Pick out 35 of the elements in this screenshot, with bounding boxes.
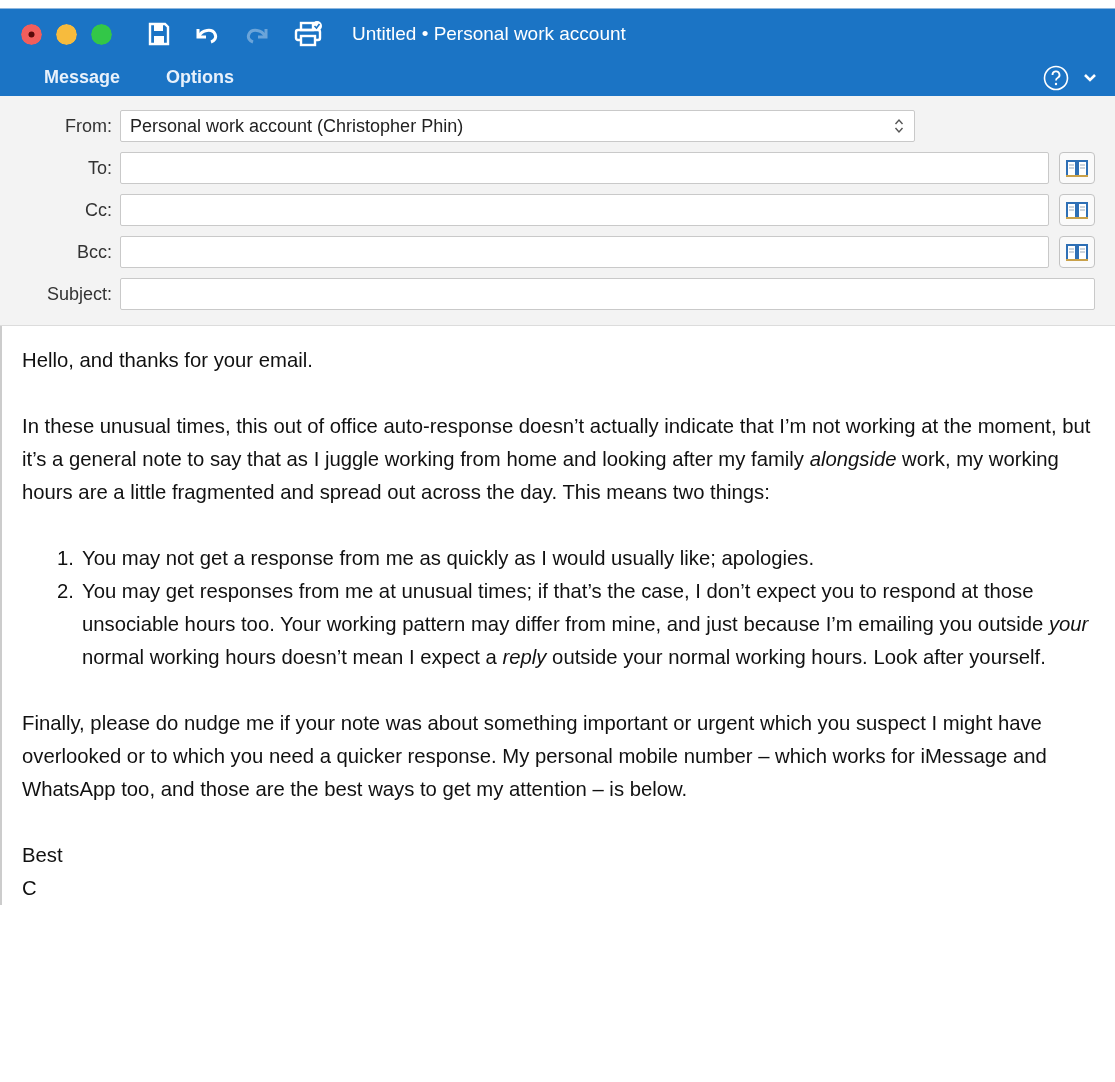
from-dropdown[interactable]: Personal work account (Christopher Phin)	[120, 110, 915, 142]
signoff-line: C	[22, 876, 38, 901]
open-book-icon	[1065, 242, 1089, 262]
close-icon[interactable]	[21, 23, 42, 45]
window-title: Untitled • Personal work account	[352, 23, 626, 45]
subject-field[interactable]	[120, 278, 1095, 310]
address-book-button[interactable]	[1059, 236, 1095, 268]
save-icon[interactable]	[148, 22, 170, 46]
list-number: 1.	[56, 546, 75, 571]
body-paragraph: In these unusual times, this out of office auto-response doesn’t actually indicate that I’m not working at the moment, but it’s a general note to say that as I juggle working from home and looking after my family alongside work, my working hours are a little fragmented and spread out across the day. This means two things:	[22, 414, 1092, 505]
signoff-line: Best	[22, 843, 64, 868]
list-item-text: You may not get a response from me as quickly as I would usually like; apologies.	[82, 546, 814, 571]
list-number: 2.	[56, 579, 75, 604]
ribbon-tab[interactable]: Options	[166, 67, 235, 88]
recipient-field[interactable]	[120, 194, 1049, 226]
address-book-button[interactable]	[1059, 152, 1095, 184]
open-book-icon	[1065, 158, 1089, 178]
field-label: From:	[64, 115, 113, 137]
body-paragraph: Hello, and thanks for your email.	[22, 348, 314, 373]
help-icon[interactable]	[1043, 64, 1069, 91]
chevron-down-icon[interactable]	[1083, 72, 1097, 83]
printer-icon[interactable]	[294, 20, 324, 48]
minimize-icon[interactable]	[56, 23, 77, 45]
field-label: Cc:	[84, 199, 113, 221]
recipient-field[interactable]	[120, 152, 1049, 184]
open-book-icon	[1065, 200, 1089, 220]
ribbon-tab[interactable]: Message	[44, 67, 121, 88]
recipient-field[interactable]	[120, 236, 1049, 268]
field-label: Subject:	[45, 283, 113, 305]
body-paragraph: Finally, please do nudge me if your note was about something important or urgent which you suspect I might have overlooked or to which you need a quicker response. My personal mobile number – which works for iMessage and WhatsApp too, and those are the best ways to get my attention – is below.	[22, 711, 1048, 802]
address-book-button[interactable]	[1059, 194, 1095, 226]
stepper-arrows-icon	[894, 118, 904, 134]
field-label: Bcc:	[76, 241, 113, 263]
field-label: To:	[87, 157, 113, 179]
list-item-text: You may get responses from me at unusual times; if that’s the case, I don’t expect you to respond at those unsociable hours too. Your working pattern may differ from mine, and just because I’m emailing you outside your normal working hours doesn’t mean I expect a reply outside your normal working hours. Look after yourself.	[82, 579, 1090, 670]
